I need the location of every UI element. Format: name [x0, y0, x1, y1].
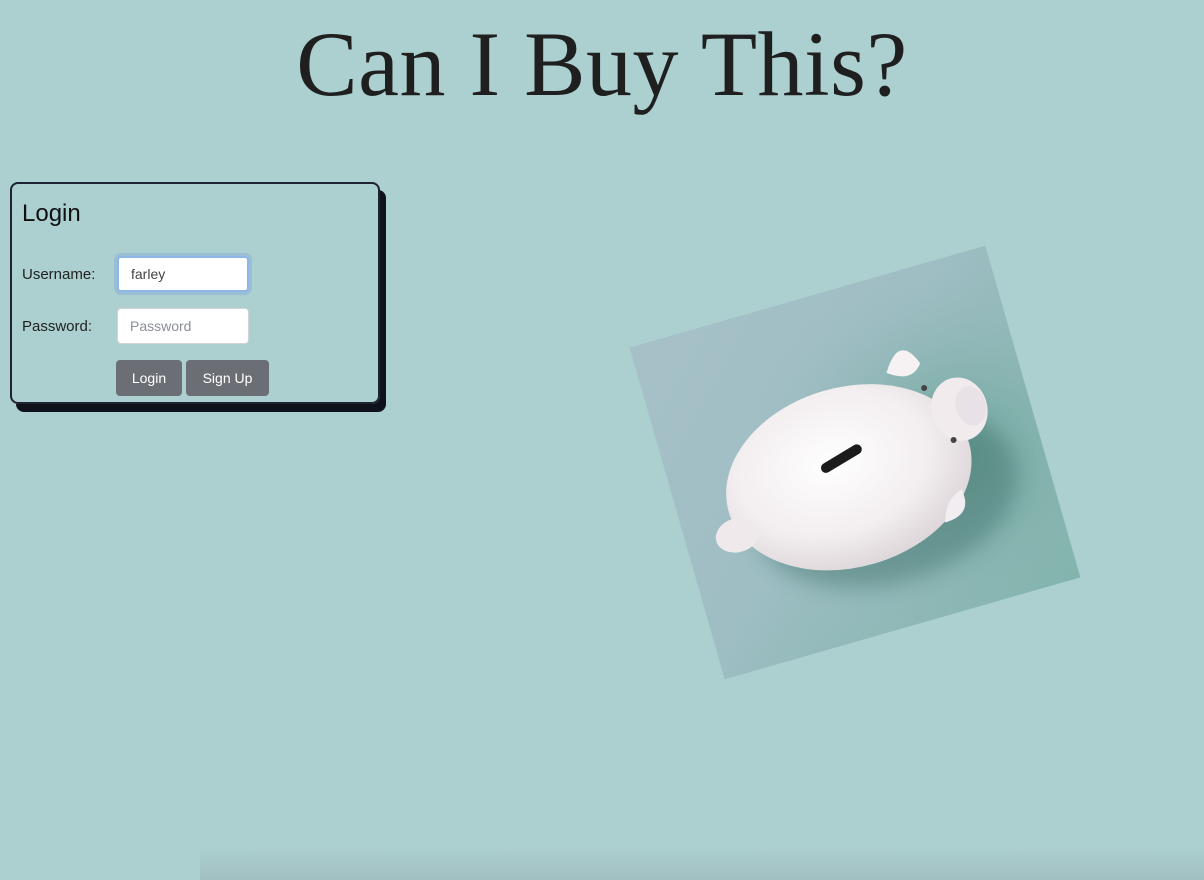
password-label: Password: — [22, 318, 93, 335]
username-label: Username: — [22, 266, 96, 283]
piggy-bank-icon — [629, 245, 1081, 680]
piggy-bank-image — [629, 245, 1081, 680]
login-button[interactable]: Login — [116, 360, 182, 396]
password-input[interactable] — [117, 308, 249, 344]
bottom-shade — [200, 848, 1204, 880]
username-input[interactable] — [117, 256, 249, 292]
login-heading: Login — [22, 200, 81, 227]
page-title: Can I Buy This? — [296, 13, 908, 115]
login-card: Login Username: Password: Login Sign Up — [10, 182, 380, 404]
signup-button[interactable]: Sign Up — [186, 360, 269, 396]
